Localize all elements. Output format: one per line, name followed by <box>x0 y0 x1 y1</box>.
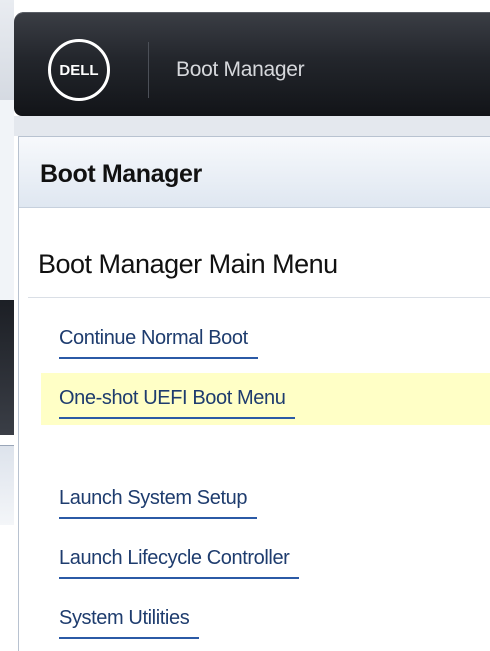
menu-item-one-shot-uefi-boot-menu[interactable]: One-shot UEFI Boot Menu <box>41 373 490 425</box>
background-window-edge <box>0 435 14 445</box>
background-window-edge <box>0 100 14 300</box>
section-divider <box>28 297 490 298</box>
menu-item-label[interactable]: Continue Normal Boot <box>59 327 258 359</box>
page-title: Boot Manager <box>40 160 202 188</box>
background-window-edge <box>0 525 14 651</box>
background-window-edge <box>0 0 14 100</box>
menu-item-label[interactable]: Launch System Setup <box>59 487 258 519</box>
section-title: Boot Manager Main Menu <box>38 249 338 279</box>
boot-manager-panel: Boot Manager Boot Manager Main Menu Cont… <box>18 136 490 651</box>
menu-item-label[interactable]: Launch Lifecycle Controller <box>59 547 300 579</box>
menu-item-launch-lifecycle-controller[interactable]: Launch Lifecycle Controller <box>41 533 490 585</box>
menu-item-label[interactable]: System Utilities <box>59 607 200 639</box>
background-window-edge <box>0 300 14 435</box>
app-header: DELL Boot Manager <box>14 12 490 116</box>
header-divider <box>148 42 149 98</box>
menu-item-label[interactable]: One-shot UEFI Boot Menu <box>59 387 296 419</box>
dell-logo-wordmark: DELL <box>59 62 98 79</box>
header-title: Boot Manager <box>176 58 305 81</box>
header-gutter <box>14 116 490 136</box>
menu-item-system-utilities[interactable]: System Utilities <box>41 593 490 645</box>
panel-header: Boot Manager <box>19 137 490 208</box>
menu-item-launch-system-setup[interactable]: Launch System Setup <box>41 473 490 525</box>
menu-item-continue-normal-boot[interactable]: Continue Normal Boot <box>41 313 490 365</box>
background-window-edge <box>0 445 14 526</box>
logo-text: DELL <box>59 62 98 79</box>
dell-logo-icon: DELL <box>48 39 110 101</box>
